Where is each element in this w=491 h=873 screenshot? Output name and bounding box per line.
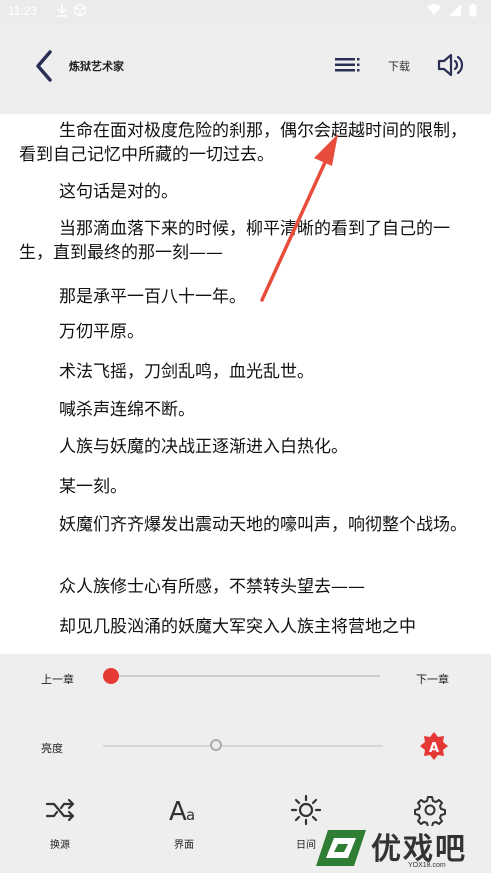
svg-text:a: a bbox=[186, 806, 195, 824]
svg-text:A: A bbox=[429, 741, 439, 756]
paragraph: 这句话是对的。 bbox=[59, 182, 178, 202]
read-aloud-button[interactable] bbox=[436, 50, 466, 80]
status-time: 11:23 bbox=[8, 4, 38, 18]
paragraph: 万仞平原。 bbox=[59, 322, 144, 342]
paragraph: 某一刻。 bbox=[59, 477, 127, 497]
paragraph: 喊杀声连绵不断。 bbox=[59, 400, 195, 420]
font-icon: A a bbox=[169, 797, 195, 826]
battery-icon bbox=[469, 3, 477, 17]
display-settings-button[interactable]: A a 界面 bbox=[149, 790, 219, 860]
reader-top-bar bbox=[0, 24, 491, 124]
back-button[interactable] bbox=[30, 48, 58, 84]
signal-icon bbox=[449, 4, 461, 16]
paragraph: 那是承平一百八十一年。 bbox=[59, 287, 246, 307]
paragraph: 生命在面对极度危险的刹那，偶尔会超越时间的限制，看到自己记忆中所藏的一切过去。 bbox=[19, 121, 467, 165]
tool-label: 界面 bbox=[174, 840, 194, 851]
paragraph: 人族与妖魔的决战正逐渐进入白热化。 bbox=[59, 437, 348, 457]
paragraph: 术法飞摇，刀剑乱鸣，血光乱世。 bbox=[59, 362, 314, 382]
brightness-slider[interactable] bbox=[103, 745, 383, 747]
brightness-thumb[interactable] bbox=[210, 739, 223, 751]
download-status-icon bbox=[57, 4, 67, 17]
brightness-label: 亮度 bbox=[41, 742, 63, 755]
wifi-icon bbox=[427, 4, 441, 16]
paragraph: 却见几股汹涌的妖魔大军突入人族主将营地之中 bbox=[59, 617, 416, 637]
auto-brightness-button[interactable]: A bbox=[418, 731, 450, 763]
list-menu-icon bbox=[335, 58, 360, 72]
book-title: 炼狱艺术家 bbox=[69, 60, 124, 73]
auto-brightness-icon: A bbox=[420, 732, 448, 760]
chapter-progress-slider[interactable] bbox=[106, 675, 380, 677]
speaker-icon bbox=[437, 53, 464, 77]
prev-chapter-button[interactable]: 上一章 bbox=[41, 671, 74, 687]
shuffle-icon bbox=[45, 798, 75, 822]
download-button[interactable]: 下载 bbox=[388, 58, 410, 74]
chapter-content[interactable]: 生命在面对极度危险的刹那，偶尔会超越时间的限制，看到自己记忆中所藏的一切过去。 … bbox=[0, 114, 491, 654]
site-watermark: 优戏吧 YOX18.com bbox=[308, 822, 491, 873]
chevron-left-icon bbox=[36, 50, 52, 82]
paragraph: 当那滴血落下来的时候，柳平清晰的看到了自己的一生，直到最终的那一刻—— bbox=[19, 219, 450, 263]
paragraph: 众人族修士心有所感，不禁转头望去—— bbox=[59, 577, 365, 597]
next-chapter-button[interactable]: 下一章 bbox=[416, 671, 449, 687]
status-bar: 11:23 bbox=[0, 0, 491, 24]
svg-text:A: A bbox=[169, 797, 187, 826]
chapter-list-button[interactable] bbox=[334, 54, 362, 76]
watermark-logo-icon bbox=[316, 830, 366, 866]
cube-status-icon bbox=[74, 3, 86, 17]
watermark-url: YOX18.com bbox=[408, 862, 446, 869]
paragraph: 妖魔们齐齐爆发出震动天地的嚎叫声，响彻整个战场。 bbox=[59, 515, 467, 535]
switch-source-button[interactable]: 换源 bbox=[25, 790, 95, 860]
tool-label: 换源 bbox=[50, 840, 70, 851]
chapter-progress-thumb[interactable] bbox=[103, 668, 119, 684]
